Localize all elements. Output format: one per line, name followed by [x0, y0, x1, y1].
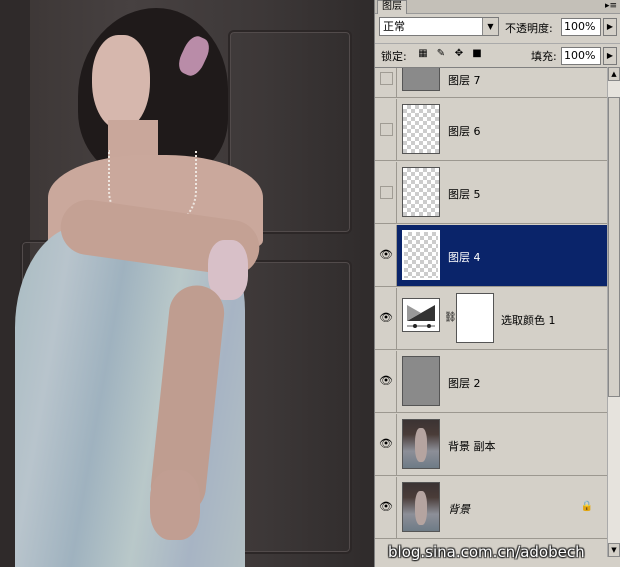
layer-mask-thumbnail[interactable]: [456, 293, 494, 343]
selective-color-icon: [407, 305, 435, 328]
panel-menu-icon[interactable]: ▸≡: [605, 0, 617, 12]
chain-link-icon[interactable]: ⛓: [444, 312, 457, 323]
layer-name: 背景: [448, 503, 470, 516]
visibility-toggle[interactable]: [375, 99, 397, 160]
layer-thumbnail: [402, 167, 440, 217]
layer-row-selected[interactable]: 👁 图层 4: [375, 225, 607, 287]
eye-icon: 👁: [379, 374, 393, 387]
layer-name: 选取颜色 1: [501, 314, 556, 327]
layers-list: 图层 7 图层 6 图层 5 👁 图层 4 👁 ⛓ 选取颜色 1 👁 图层 2 …: [375, 67, 607, 558]
layer-row[interactable]: 图层 5: [375, 162, 607, 224]
layer-row[interactable]: 👁 背景 🔒: [375, 477, 607, 539]
chevron-down-icon[interactable]: ▼: [482, 18, 498, 35]
lock-icon[interactable]: ■: [471, 48, 483, 60]
eye-icon: 👁: [379, 311, 393, 324]
eye-icon: 👁: [379, 500, 393, 513]
layer-thumbnail: [402, 419, 440, 469]
layer-row[interactable]: 👁 图层 2: [375, 351, 607, 413]
model-face: [92, 35, 150, 130]
scroll-down-icon[interactable]: ▼: [608, 543, 620, 557]
layer-name: 图层 7: [448, 74, 481, 87]
layer-thumbnail: [402, 356, 440, 406]
fill-input[interactable]: 100%: [561, 47, 601, 65]
eye-hidden-icon: [380, 186, 393, 199]
tab-layers[interactable]: 图层: [377, 0, 407, 14]
opacity-input[interactable]: 100%: [561, 18, 601, 36]
blend-mode-value: 正常: [383, 20, 405, 33]
layer-row[interactable]: 图层 6: [375, 99, 607, 161]
layer-thumbnail: [402, 230, 440, 280]
eye-icon: 👁: [379, 437, 393, 450]
lock-icon: 🔒: [580, 501, 593, 512]
layer-name: 图层 4: [448, 251, 481, 264]
eye-icon: 👁: [379, 248, 393, 261]
brush-icon[interactable]: ✎: [435, 48, 447, 60]
fill-slider-arrow-icon[interactable]: ▶: [603, 47, 617, 65]
layer-name: 图层 5: [448, 188, 481, 201]
door-panel: [228, 260, 352, 554]
panel-tab-row: 图层 ▸≡: [375, 0, 620, 14]
layer-row[interactable]: 图层 7: [375, 68, 607, 98]
scroll-up-icon[interactable]: ▲: [608, 67, 620, 81]
transparency-lock-icon[interactable]: ▦: [417, 48, 429, 60]
eye-hidden-icon: [380, 123, 393, 136]
model-hand: [150, 470, 200, 540]
layer-row[interactable]: 👁 背景 副本: [375, 414, 607, 476]
watermark: blog.sina.com.cn/adobech: [388, 543, 585, 561]
lock-row: 锁定: ▦ ✎ ✥ ■ 填充: 100% ▶: [375, 43, 620, 68]
eye-hidden-icon: [380, 72, 393, 85]
layer-thumbnail: [402, 68, 440, 91]
scroll-thumb[interactable]: [608, 97, 620, 397]
layer-thumbnail: [402, 482, 440, 532]
opacity-slider-arrow-icon[interactable]: ▶: [603, 18, 617, 36]
adjustment-icon: [402, 298, 440, 332]
visibility-toggle[interactable]: 👁: [375, 225, 397, 286]
layer-thumbnail: [402, 104, 440, 154]
layer-row[interactable]: 👁 ⛓ 选取颜色 1: [375, 288, 607, 350]
fill-label: 填充:: [531, 50, 557, 63]
visibility-toggle[interactable]: 👁: [375, 477, 397, 538]
visibility-toggle[interactable]: [375, 162, 397, 223]
photo-canvas[interactable]: [0, 0, 374, 567]
blend-row: 正常 ▼ 不透明度: 100% ▶: [375, 16, 620, 40]
blend-mode-select[interactable]: 正常 ▼: [379, 17, 499, 36]
visibility-toggle[interactable]: 👁: [375, 288, 397, 349]
move-icon[interactable]: ✥: [453, 48, 465, 60]
visibility-toggle[interactable]: 👁: [375, 351, 397, 412]
layer-name: 图层 6: [448, 125, 481, 138]
layers-panel: 图层 ▸≡ 正常 ▼ 不透明度: 100% ▶ 锁定: ▦ ✎ ✥ ■ 填充: …: [374, 0, 620, 567]
layers-scrollbar[interactable]: ▲ ▼: [607, 67, 620, 557]
lock-label: 锁定:: [381, 50, 407, 63]
layer-name: 背景 副本: [448, 440, 496, 453]
opacity-label: 不透明度:: [505, 22, 553, 35]
visibility-toggle[interactable]: [375, 68, 397, 97]
layer-name: 图层 2: [448, 377, 481, 390]
visibility-toggle[interactable]: 👁: [375, 414, 397, 475]
